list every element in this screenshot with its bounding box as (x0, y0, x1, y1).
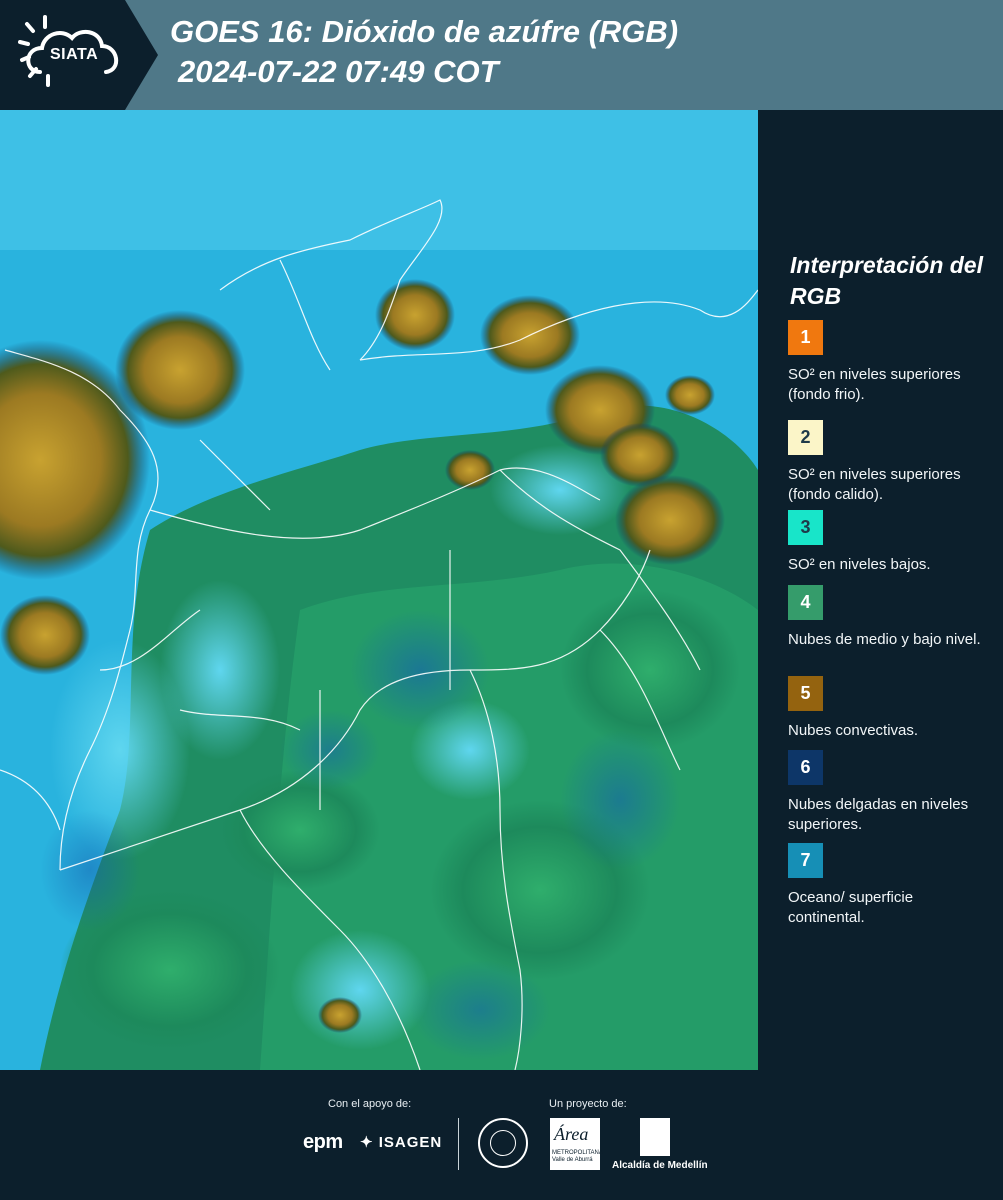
project-label: Un proyecto de: (549, 1098, 627, 1110)
page-title: GOES 16: Dióxido de azúfre (RGB) (170, 14, 679, 49)
isagen-icon: ✦ (360, 1134, 374, 1151)
legend-number-3: 3 (800, 517, 811, 537)
legend-item-2: 2 SO² en niveles superiores (fondo calid… (788, 420, 993, 505)
legend-swatch-1: 1 (788, 320, 823, 355)
legend-number-7: 7 (800, 850, 811, 870)
legend-number-5: 5 (800, 683, 811, 703)
satellite-map (0, 110, 758, 1070)
legend-item-3: 3 SO² en niveles bajos. (788, 510, 993, 575)
legend-label-1: SO² en niveles superiores (fondo frio). (788, 366, 961, 403)
legend-number-1: 1 (800, 327, 811, 347)
legend-swatch-2: 2 (788, 420, 823, 455)
legend-label-6: Nubes delgadas en niveles superiores. (788, 796, 969, 833)
legend-label-4: Nubes de medio y bajo nivel. (788, 631, 981, 648)
siata-logo: SIATA (0, 0, 158, 110)
legend-item-4: 4 Nubes de medio y bajo nivel. (788, 585, 993, 650)
legend-number-2: 2 (800, 427, 811, 447)
legend-swatch-5: 5 (788, 676, 823, 711)
header-bar: SIATA GOES 16: Dióxido de azúfre (RGB) 2… (0, 0, 1003, 110)
medellin-seal-icon (478, 1118, 528, 1168)
legend-label-5: Nubes convectivas. (788, 722, 919, 739)
legend-item-6: 6 Nubes delgadas en niveles superiores. (788, 750, 993, 835)
legend-label-3: SO² en niveles bajos. (788, 556, 931, 573)
legend-item-1: 1 SO² en niveles superiores (fondo frio)… (788, 320, 993, 405)
legend-item-7: 7 Oceano/ superficie continental. (788, 843, 993, 928)
epm-logo: epm (303, 1131, 343, 1153)
legend-swatch-4: 4 (788, 585, 823, 620)
legend-swatch-6: 6 (788, 750, 823, 785)
legend-item-5: 5 Nubes convectivas. (788, 676, 993, 741)
timestamp-title: 2024-07-22 07:49 COT (178, 54, 499, 89)
satellite-image (0, 110, 758, 1070)
siata-logo-text: SIATA (50, 46, 99, 63)
footer-divider (458, 1118, 459, 1170)
area-logo-text: Área (554, 1124, 589, 1144)
seal-inner-icon (490, 1130, 516, 1156)
area-metropolitana-logo: Área METROPOLITANA Valle de Aburrá (550, 1118, 603, 1170)
legend-label-2: SO² en niveles superiores (fondo calido)… (788, 466, 961, 503)
support-label: Con el apoyo de: (328, 1098, 412, 1110)
legend-swatch-3: 3 (788, 510, 823, 545)
legend-label-7: Oceano/ superficie continental. (788, 889, 914, 926)
legend-title: Interpretación del RGB (790, 252, 983, 309)
isagen-logo-text: ISAGEN (378, 1134, 443, 1151)
legend-swatch-7: 7 (788, 843, 823, 878)
area-logo-subtext: METROPOLITANA Valle de Aburrá (552, 1150, 603, 1163)
footer: Con el apoyo de: Un proyecto de: epm ✦ I… (0, 1070, 1003, 1200)
isagen-logo: ✦ ISAGEN (360, 1133, 442, 1151)
alcaldia-shield-icon (640, 1118, 670, 1156)
legend-number-4: 4 (800, 592, 811, 612)
alcaldia-label: Alcaldía de Medellín (612, 1160, 708, 1171)
legend-panel: Interpretación del RGB 1 SO² en niveles … (760, 110, 1003, 1070)
legend-number-6: 6 (800, 757, 811, 777)
